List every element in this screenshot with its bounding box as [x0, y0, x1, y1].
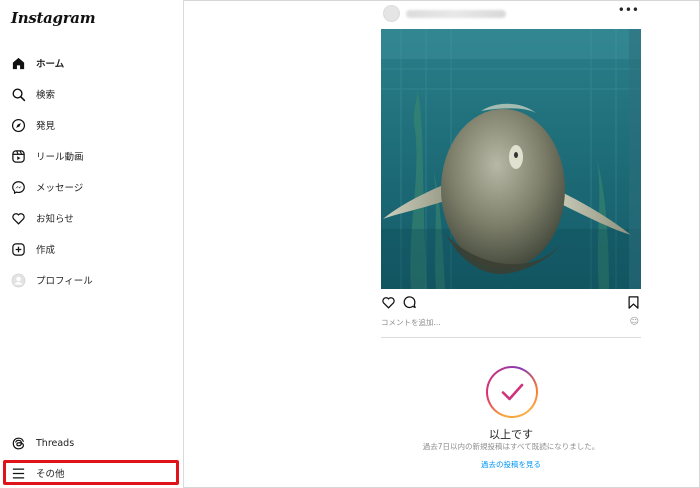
search-icon [10, 86, 26, 102]
post-image[interactable] [381, 29, 641, 289]
sidebar-item-label: プロフィール [36, 276, 93, 287]
sidebar-item-label: 作成 [36, 245, 56, 256]
threads-icon [10, 435, 26, 451]
sidebar-item-label: ホーム [36, 59, 65, 70]
comment-icon[interactable] [402, 295, 417, 310]
sidebar-item-profile[interactable]: プロフィール [8, 267, 176, 293]
post-author-name-blurred[interactable] [406, 10, 506, 18]
checkmark-circle-icon [486, 366, 538, 418]
sidebar-item-explore[interactable]: 発見 [8, 112, 176, 138]
instagram-logo[interactable]: Instagram [11, 9, 96, 27]
avatar-icon [10, 272, 26, 288]
sidebar-item-home[interactable]: ホーム [8, 50, 176, 76]
comment-placeholder: コメントを追加... [381, 318, 441, 327]
sidebar-item-messages[interactable]: メッセージ [8, 174, 176, 200]
sidebar-item-label: リール動画 [36, 152, 84, 163]
comment-input[interactable]: コメントを追加... ☺ [381, 317, 641, 331]
divider [381, 337, 641, 338]
compass-icon [10, 117, 26, 133]
emoji-icon[interactable]: ☺ [630, 317, 639, 327]
sidebar-item-label: 発見 [36, 121, 56, 132]
sidebar-item-label: メッセージ [36, 183, 84, 194]
sidebar-item-reels[interactable]: リール動画 [8, 143, 176, 169]
post-actions [381, 294, 641, 312]
highlight-box [3, 460, 179, 485]
post-header: ••• [381, 3, 641, 23]
older-posts-link[interactable]: 過去の投稿を見る [381, 459, 641, 470]
more-horizontal-icon[interactable]: ••• [618, 3, 639, 17]
post-author-avatar[interactable] [383, 5, 400, 22]
feed-end-title: 以上です [489, 428, 533, 441]
feed-end-subtitle: 過去7日以内の新規投稿はすべて既読になりました。 [422, 442, 600, 451]
messenger-icon [10, 179, 26, 195]
sidebar-item-label: Threads [36, 437, 75, 449]
like-heart-icon[interactable] [381, 295, 396, 310]
plus-square-icon [10, 241, 26, 257]
sidebar: Instagram ホーム 検索 発見 リール動画 メッセージ お知らせ 作成 … [0, 0, 184, 488]
sidebar-item-label: 検索 [36, 90, 56, 101]
home-icon [10, 55, 26, 71]
sidebar-item-notifications[interactable]: お知らせ [8, 205, 176, 231]
reels-icon [10, 148, 26, 164]
bookmark-icon[interactable] [626, 295, 641, 310]
sidebar-item-label: お知らせ [36, 214, 74, 225]
sidebar-item-create[interactable]: 作成 [8, 236, 176, 262]
heart-icon [10, 210, 26, 226]
sidebar-item-search[interactable]: 検索 [8, 81, 176, 107]
aquarium-sunfish-photo [381, 29, 641, 289]
sidebar-item-threads[interactable]: Threads [8, 430, 176, 456]
